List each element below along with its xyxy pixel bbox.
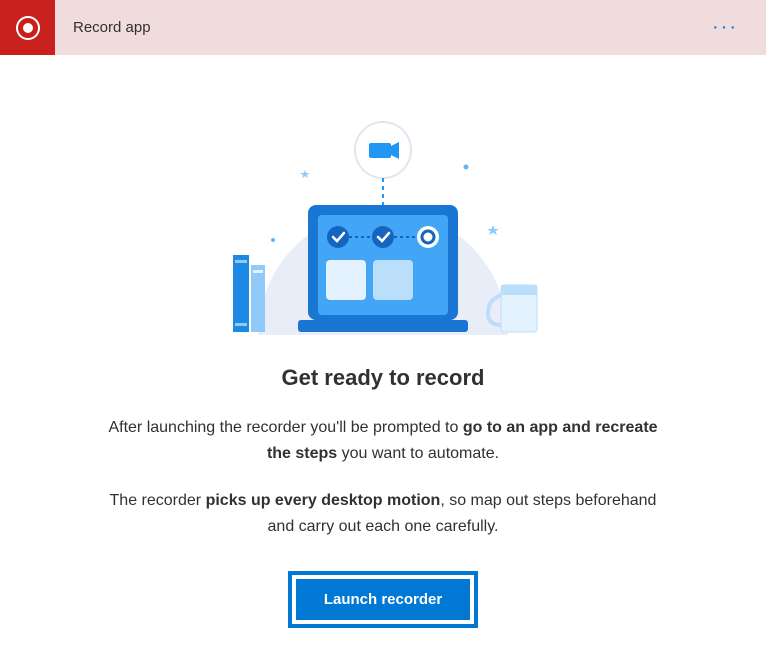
paragraph-2: The recorder picks up every desktop moti…: [103, 488, 663, 539]
header-left: Record app: [12, 0, 151, 55]
launch-button-highlight: Launch recorder: [288, 571, 478, 628]
header-title: Record app: [73, 19, 151, 36]
record-icon: [16, 16, 40, 40]
record-icon-dot: [23, 23, 33, 33]
p1-prefix: After launching the recorder you'll be p…: [108, 419, 462, 436]
header-bar: Record app ···: [0, 0, 766, 55]
more-options-button[interactable]: ···: [704, 12, 746, 43]
p2-bold: picks up every desktop motion: [206, 492, 441, 509]
content-area: Get ready to record After launching the …: [0, 55, 766, 658]
p1-suffix: you want to automate.: [337, 445, 499, 462]
launch-recorder-button[interactable]: Launch recorder: [296, 579, 470, 620]
heading: Get ready to record: [282, 365, 485, 391]
illustration: [213, 95, 553, 345]
p2-prefix: The recorder: [110, 492, 206, 509]
paragraph-1: After launching the recorder you'll be p…: [103, 415, 663, 466]
record-icon-box: [0, 0, 55, 55]
